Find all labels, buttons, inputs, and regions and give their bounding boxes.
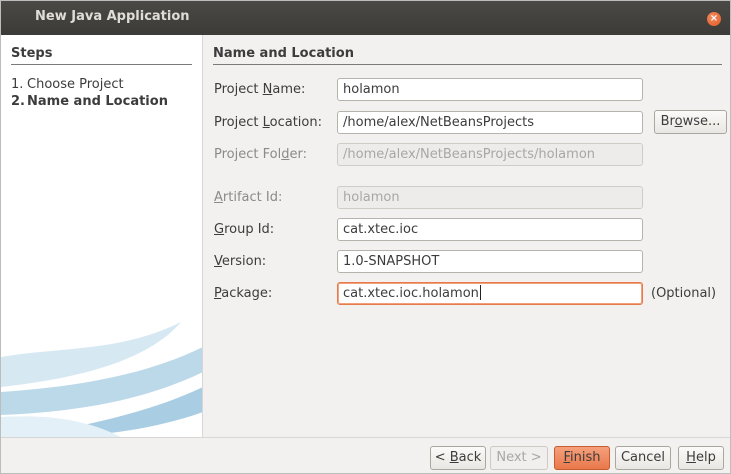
cancel-button[interactable]: Cancel: [615, 446, 671, 470]
close-icon[interactable]: ×: [707, 12, 721, 26]
version-label: Version:: [214, 254, 267, 269]
step-choose-project: 1. Choose Project: [11, 77, 124, 92]
artifact-id-field: holamon: [337, 186, 643, 209]
steps-title: Steps: [11, 46, 53, 61]
package-value: cat.xtec.ioc.holamon: [343, 286, 479, 301]
step-label: Choose Project: [27, 77, 124, 92]
step-name-and-location: 2. Name and Location: [11, 94, 168, 109]
finish-button[interactable]: Finish: [554, 446, 610, 470]
project-location-label: Project Location:: [214, 115, 322, 130]
step-number: 1.: [11, 77, 24, 92]
version-field[interactable]: 1.0-SNAPSHOT: [337, 250, 643, 273]
text-caret: [479, 285, 481, 300]
package-label: Package:: [214, 286, 273, 301]
project-folder-field: /home/alex/NetBeansProjects/holamon: [337, 143, 643, 166]
steps-divider: [11, 64, 192, 65]
artifact-id-label: Artifact Id:: [214, 190, 283, 205]
project-name-label: Project Name:: [214, 82, 306, 97]
group-id-label: Group Id:: [214, 222, 275, 237]
help-button[interactable]: Help: [678, 446, 724, 470]
steps-panel: Steps 1. Choose Project 2. Name and Locati…: [1, 35, 203, 437]
next-button[interactable]: Next >: [490, 446, 548, 470]
package-field[interactable]: cat.xtec.ioc.holamon: [337, 282, 643, 305]
browse-button[interactable]: Browse...: [654, 110, 727, 134]
dialog-footer: < Back Next > Finish Cancel Help: [1, 437, 730, 473]
project-name-field[interactable]: holamon: [337, 78, 643, 101]
panel-title: Name and Location: [213, 46, 354, 61]
new-java-application-dialog: New Java Application × Steps 1. Choose Pr…: [0, 0, 731, 474]
project-location-field[interactable]: /home/alex/NetBeansProjects: [337, 111, 643, 134]
optional-note: (Optional): [651, 286, 717, 301]
window-title: New Java Application: [35, 9, 190, 24]
panel-divider: [213, 64, 722, 65]
group-id-field[interactable]: cat.xtec.ioc: [337, 218, 643, 241]
step-number: 2.: [11, 94, 25, 109]
project-folder-label: Project Folder:: [214, 147, 307, 162]
back-button[interactable]: < Back: [430, 446, 486, 470]
title-bar: New Java Application ×: [1, 1, 730, 35]
netbeans-swoosh-graphic: [1, 322, 202, 437]
step-label: Name and Location: [27, 94, 168, 109]
